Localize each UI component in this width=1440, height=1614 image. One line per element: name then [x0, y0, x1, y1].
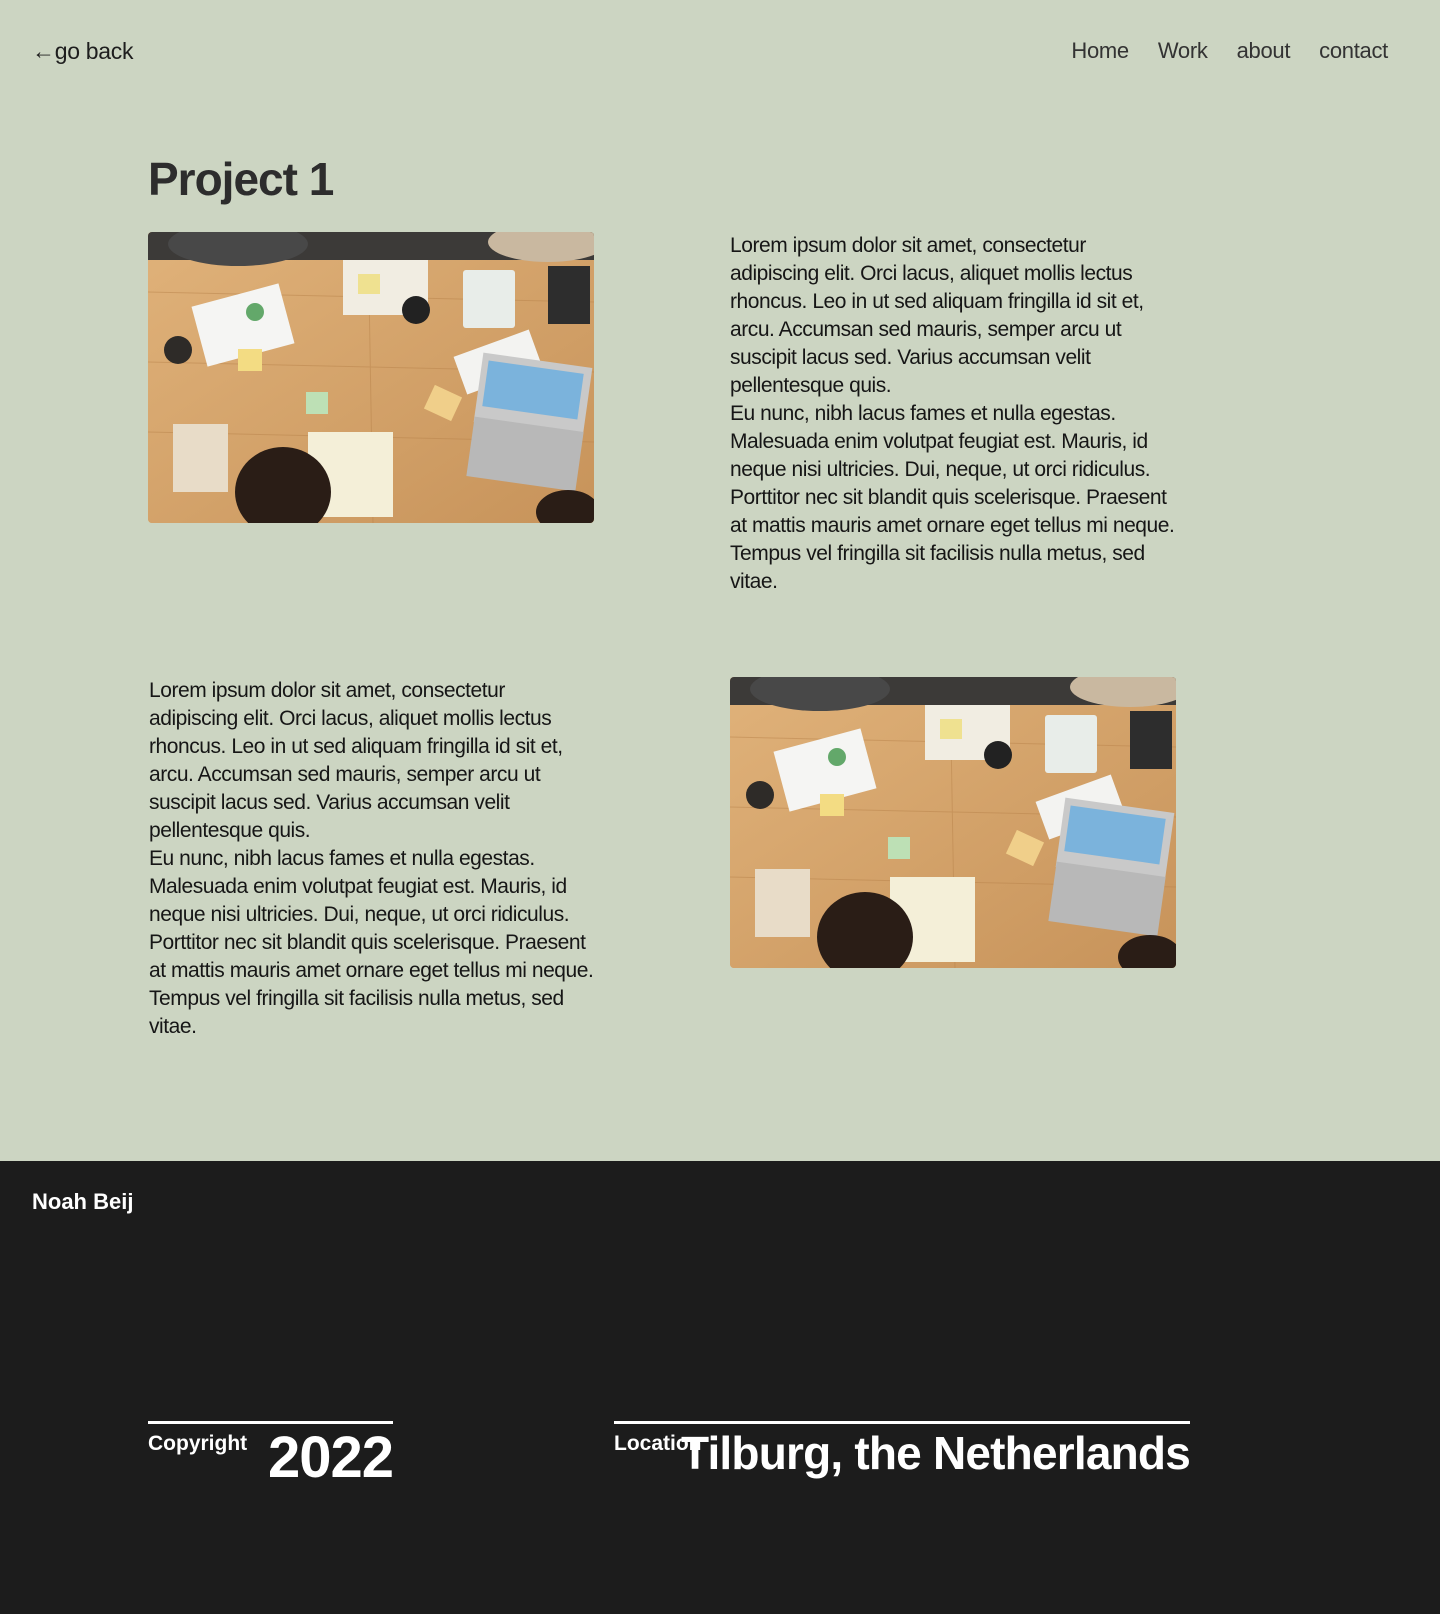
- go-back-link[interactable]: ←go back: [32, 38, 133, 65]
- paragraph: Eu nunc, nibh lacus fames et nulla egest…: [149, 847, 594, 1038]
- nav-work[interactable]: Work: [1158, 38, 1208, 64]
- paragraph: Eu nunc, nibh lacus fames et nulla egest…: [730, 402, 1175, 593]
- paragraph: Lorem ipsum dolor sit amet, consectetur …: [149, 679, 563, 842]
- project-description-2: Lorem ipsum dolor sit amet, consectetur …: [149, 677, 595, 1041]
- main-nav: Home Work about contact: [1071, 38, 1388, 64]
- footer-brand: Noah Beij: [32, 1189, 134, 1214]
- page-title: Project 1: [148, 153, 334, 205]
- copyright-label: Copyright: [148, 1432, 248, 1455]
- site-footer: Noah Beij Copyright 2022 Location Tilbur…: [0, 1161, 1440, 1614]
- project-photo-2: [730, 677, 1176, 968]
- nav-contact[interactable]: contact: [1319, 38, 1388, 64]
- location-value: Tilburg, the Netherlands: [680, 1427, 1191, 1479]
- copyright-block: Copyright 2022: [148, 1421, 394, 1490]
- project-photo-1: [148, 232, 594, 523]
- top-bar: ←go back Home Work about contact: [0, 0, 1440, 110]
- location-block: Location Tilburg, the Netherlands: [614, 1421, 1191, 1479]
- copyright-year: 2022: [267, 1425, 394, 1490]
- nav-about[interactable]: about: [1237, 38, 1291, 64]
- paragraph: Lorem ipsum dolor sit amet, consectetur …: [730, 234, 1144, 397]
- project-description-1: Lorem ipsum dolor sit amet, consectetur …: [730, 232, 1176, 596]
- nav-home[interactable]: Home: [1071, 38, 1129, 64]
